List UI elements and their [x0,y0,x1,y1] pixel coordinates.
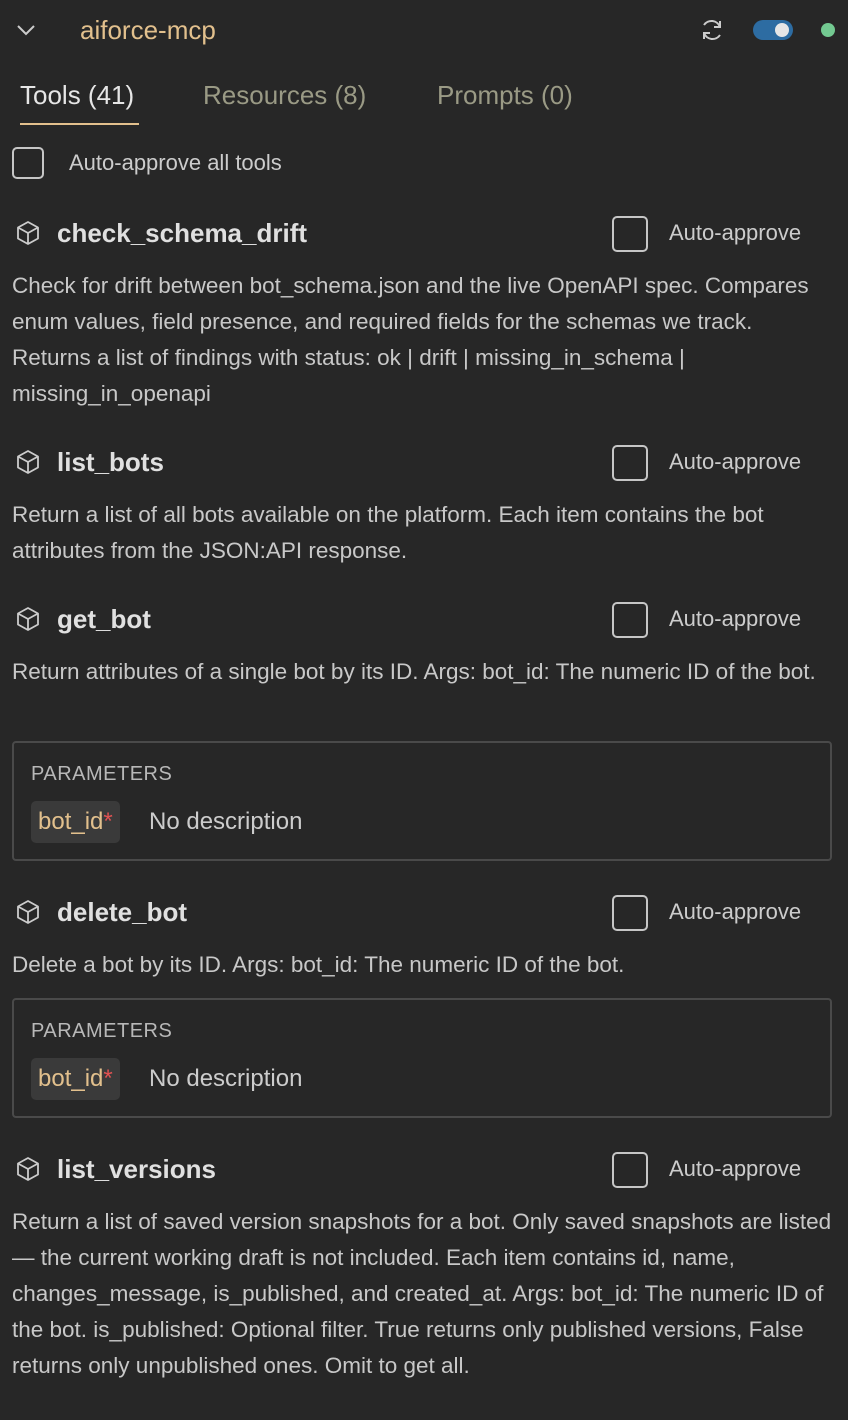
tool-description: Delete a bot by its ID. Args: bot_id: Th… [12,952,625,977]
param-name-chip: bot_id* [31,1058,120,1100]
tab-resources[interactable]: Resources (8) [203,78,366,112]
chevron-down-icon[interactable] [14,18,38,42]
auto-approve-checkbox[interactable] [612,1152,648,1188]
tab-tools[interactable]: Tools (41) [20,78,134,112]
cube-icon [17,1157,39,1181]
auto-approve-label: Auto-approve [669,220,802,245]
required-marker: * [103,1065,113,1092]
auto-approve-all-label: Auto-approve all tools [69,150,282,175]
cube-icon [17,221,39,245]
tool-description: Return a list of all bots available on t… [12,502,764,563]
cube-icon [17,450,39,474]
auto-approve-checkbox[interactable] [612,445,648,481]
parameters-title: PARAMETERS [31,1020,173,1042]
tool-description: Check for drift between bot_schema.json … [12,273,809,406]
auto-approve-all-checkbox[interactable] [12,147,44,179]
auto-approve-checkbox[interactable] [612,895,648,931]
parameters-panel: PARAMETERS bot_id* No description [12,998,832,1118]
tool-name: list_bots [57,447,164,477]
tab-bar: Tools (41) Resources (8) Prompts (0) [0,62,848,128]
auto-approve-label: Auto-approve [669,449,802,474]
tool-name: get_bot [57,604,151,634]
auto-approve-label: Auto-approve [669,899,802,924]
server-name: aiforce-mcp [80,15,216,45]
tool-name: delete_bot [57,897,188,927]
tab-prompts[interactable]: Prompts (0) [437,78,573,112]
tool-name: list_versions [57,1154,216,1184]
server-header: aiforce-mcp [0,0,848,62]
tool-description: Return a list of saved version snapshots… [12,1209,832,1378]
server-enabled-toggle[interactable] [753,20,793,40]
auto-approve-checkbox[interactable] [612,216,648,252]
auto-approve-checkbox[interactable] [612,602,648,638]
param-description: No description [149,808,303,835]
parameters-panel: PARAMETERS bot_id* No description [12,741,832,861]
tool-description: Return attributes of a single bot by its… [12,659,816,684]
cube-icon [17,900,39,924]
status-indicator [821,23,835,37]
active-tab-indicator [20,123,139,125]
cube-icon [17,607,39,631]
param-description: No description [149,1065,303,1092]
toggle-knob [775,23,789,37]
auto-approve-label: Auto-approve [669,1156,802,1181]
auto-approve-label: Auto-approve [669,606,802,631]
param-name: bot_id [38,808,104,835]
param-name: bot_id [38,1065,104,1092]
refresh-icon[interactable] [698,16,726,44]
tool-name: check_schema_drift [57,218,308,248]
parameters-title: PARAMETERS [31,763,173,785]
param-name-chip: bot_id* [31,801,120,843]
required-marker: * [103,808,113,835]
